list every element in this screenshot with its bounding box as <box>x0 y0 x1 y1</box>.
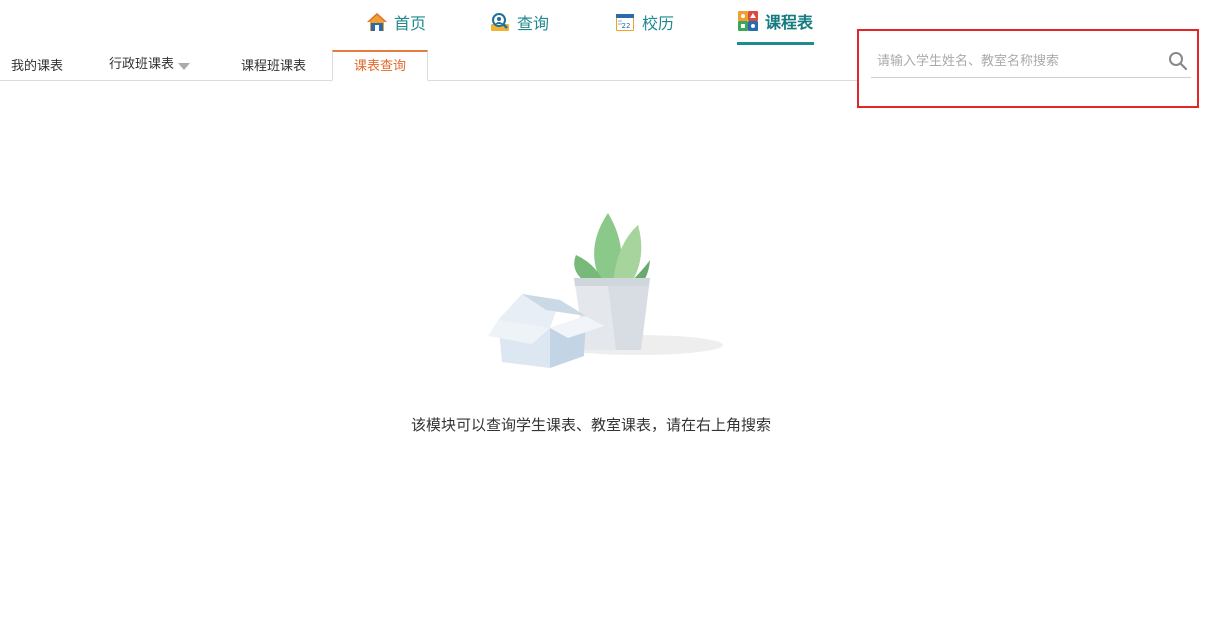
home-icon <box>366 11 388 33</box>
tab-course-class-schedule[interactable]: 课程班课表 <box>241 50 306 80</box>
empty-state-message: 该模块可以查询学生课表、教室课表，请在右上角搜索 <box>410 416 771 434</box>
search-highlight-box <box>857 29 1199 108</box>
tab-schedule-query-label: 课表查询 <box>353 59 406 74</box>
tab-schedule-query[interactable]: 课表查询 <box>332 50 428 81</box>
search-person-icon <box>489 11 511 33</box>
schedule-icon <box>737 10 759 32</box>
nav-home[interactable]: 首页 <box>366 0 426 44</box>
nav-schedule[interactable]: 课程表 <box>737 0 815 45</box>
search-underline <box>871 77 1191 78</box>
page: 首页 查询 22 校历 课程表 我的课表 行政班课表 课程班课表 课表查询 请输… <box>0 0 1206 635</box>
svg-text:22: 22 <box>622 22 631 30</box>
search-icon[interactable] <box>1168 51 1188 71</box>
nav-query-label: 查询 <box>517 14 550 33</box>
empty-state-illustration <box>488 210 728 375</box>
nav-calendar[interactable]: 22 校历 <box>614 0 674 44</box>
tab-my-schedule[interactable]: 我的课表 <box>11 50 63 80</box>
nav-query[interactable]: 查询 <box>489 0 549 44</box>
nav-home-label: 首页 <box>394 14 427 33</box>
calendar-icon: 22 <box>614 11 636 33</box>
tab-course-class-schedule-label: 课程班课表 <box>241 59 307 74</box>
nav-schedule-label: 课程表 <box>765 13 814 32</box>
tab-my-schedule-label: 我的课表 <box>11 59 64 74</box>
nav-calendar-label: 校历 <box>642 14 675 33</box>
search-input[interactable] <box>871 48 1173 74</box>
tab-admin-class-schedule-label: 行政班课表 <box>109 57 175 72</box>
caret-down-icon <box>178 63 191 70</box>
tab-admin-class-schedule[interactable]: 行政班课表 <box>109 50 191 80</box>
